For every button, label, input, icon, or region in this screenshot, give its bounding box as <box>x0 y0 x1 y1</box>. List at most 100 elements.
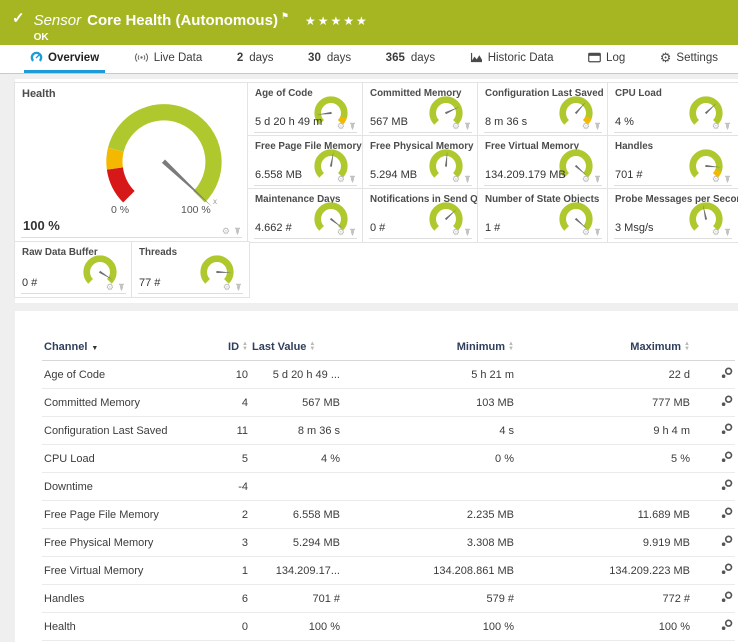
pin-icon[interactable] <box>463 175 472 184</box>
sort-icon: ▲▼ <box>684 342 690 352</box>
pin-icon[interactable] <box>234 283 243 292</box>
pin-icon[interactable] <box>348 228 357 237</box>
gear-icon[interactable]: ⚙ <box>337 175 345 184</box>
pin-icon[interactable] <box>593 175 602 184</box>
pin-icon[interactable] <box>723 122 732 131</box>
pin-icon[interactable] <box>593 228 602 237</box>
cell-id: 11 <box>196 417 250 445</box>
channel-settings-icon[interactable] <box>721 591 733 603</box>
column-header-id[interactable]: ID▲▼ <box>196 336 250 361</box>
tab-live-data[interactable]: Live Data <box>128 45 209 73</box>
pin-icon[interactable] <box>593 122 602 131</box>
gear-icon[interactable]: ⚙ <box>337 228 345 237</box>
tab-settings[interactable]: ⚙Settings <box>654 45 724 73</box>
flag-icon[interactable]: ⚑ <box>281 11 289 21</box>
gauge-max-label: 100 % <box>181 204 211 216</box>
priority-stars[interactable]: ★★★★★ <box>305 14 369 28</box>
tile-actions: ⚙ <box>106 283 126 292</box>
channel-settings-icon[interactable] <box>721 479 733 491</box>
gauge-tile-free-virtual-memory[interactable]: Free Virtual Memory134.209.179 MB⚙ <box>478 136 608 189</box>
gear-icon[interactable]: ⚙ <box>452 122 460 131</box>
channel-settings-icon[interactable] <box>721 619 733 631</box>
tab-365-days[interactable]: 365days <box>380 45 441 73</box>
column-header-channel[interactable]: Channel▼ <box>42 336 196 361</box>
gauge-tile-configuration-last-saved[interactable]: Configuration Last Saved8 m 36 s⚙ <box>478 83 608 136</box>
gear-icon[interactable]: ⚙ <box>712 228 720 237</box>
gauge-tile-cpu-load[interactable]: CPU Load4 %⚙ <box>608 83 738 136</box>
gear-icon[interactable]: ⚙ <box>222 227 230 236</box>
gauge-title: Handles <box>615 141 653 152</box>
cell-minimum: 5 h 21 m <box>342 361 516 389</box>
column-header-minimum[interactable]: Minimum▲▼ <box>342 336 516 361</box>
channel-settings-icon[interactable] <box>721 367 733 379</box>
gear-icon[interactable]: ⚙ <box>712 175 720 184</box>
tab-30-days[interactable]: 30days <box>302 45 357 73</box>
tile-actions: ⚙ <box>712 122 732 131</box>
gear-icon[interactable]: ⚙ <box>337 122 345 131</box>
cell-maximum: 22 d <box>516 361 692 389</box>
tab-2-days[interactable]: 2days <box>231 45 280 73</box>
gauge-value: 134.209.179 MB <box>485 169 566 181</box>
pin-icon[interactable] <box>348 175 357 184</box>
pin-icon[interactable] <box>348 122 357 131</box>
cell-channel: Health <box>42 613 196 641</box>
tile-underline <box>254 185 357 186</box>
channel-settings-icon[interactable] <box>721 563 733 575</box>
cell-last-value: 567 MB <box>250 389 342 417</box>
cell-maximum: 772 # <box>516 585 692 613</box>
pin-icon[interactable] <box>723 228 732 237</box>
gauge-tile-committed-memory[interactable]: Committed Memory567 MB⚙ <box>363 83 478 136</box>
tab-historic-data[interactable]: Historic Data <box>464 45 560 73</box>
gauge-tile-handles[interactable]: Handles 701 # ⚙ <box>608 136 738 189</box>
channel-settings-icon[interactable] <box>721 535 733 547</box>
tab-overview[interactable]: Overview <box>24 45 105 73</box>
gear-icon[interactable]: ⚙ <box>106 283 114 292</box>
gauge-tile-age-of-code[interactable]: Age of Code5 d 20 h 49 m⚙ <box>248 83 363 136</box>
cell-actions <box>692 361 735 389</box>
gauge-tile-threads[interactable]: Threads77 #⚙ <box>132 242 249 297</box>
cell-id: 4 <box>196 389 250 417</box>
pin-icon[interactable] <box>463 228 472 237</box>
channel-settings-icon[interactable] <box>721 395 733 407</box>
health-gauge <box>73 93 255 217</box>
gear-icon[interactable]: ⚙ <box>223 283 231 292</box>
gauge-tile-notifications-in-send-queue[interactable]: Notifications in Send Queue0 #⚙ <box>363 189 478 242</box>
column-header-maximum[interactable]: Maximum▲▼ <box>516 336 692 361</box>
pin-icon[interactable] <box>723 175 732 184</box>
pin-icon[interactable] <box>117 283 126 292</box>
gauge-value: 1 # <box>485 222 500 234</box>
channel-settings-icon[interactable] <box>721 507 733 519</box>
gear-icon[interactable]: ⚙ <box>452 175 460 184</box>
gauge-tile-probe-messages-per-second[interactable]: Probe Messages per Second3 Msg/s⚙ <box>608 189 738 242</box>
channel-settings-icon[interactable] <box>721 451 733 463</box>
gear-icon[interactable]: ⚙ <box>582 122 590 131</box>
sort-icon: ▲▼ <box>309 342 315 352</box>
gear-icon[interactable]: ⚙ <box>582 228 590 237</box>
tile-underline <box>254 238 357 239</box>
gauge-tile-raw-data-buffer[interactable]: Raw Data Buffer0 #⚙ <box>15 242 132 297</box>
channel-settings-icon[interactable] <box>721 423 733 435</box>
gauge-value: 5 d 20 h 49 m <box>255 116 322 128</box>
cell-channel: Free Page File Memory <box>42 501 196 529</box>
gauge-tile-free-physical-memory[interactable]: Free Physical Memory5.294 MB⚙ <box>363 136 478 189</box>
tile-underline <box>21 293 126 294</box>
pin-icon[interactable] <box>233 227 242 236</box>
tab-log[interactable]: Log <box>582 45 631 73</box>
gauge-tile-number-of-state-objects[interactable]: Number of State Objects1 #⚙ <box>478 189 608 242</box>
pin-icon[interactable] <box>463 122 472 131</box>
gear-icon[interactable]: ⚙ <box>712 122 720 131</box>
cell-channel: CPU Load <box>42 445 196 473</box>
gear-icon[interactable]: ⚙ <box>582 175 590 184</box>
gauge-tile-maintenance-days[interactable]: Maintenance Days4.662 #⚙ <box>248 189 363 242</box>
cell-channel: Downtime <box>42 473 196 501</box>
gauge-tile-free-page-file-memory[interactable]: Free Page File Memory6.558 MB⚙ <box>248 136 363 189</box>
column-header-last-value[interactable]: Last Value▲▼ <box>250 336 342 361</box>
gauge-value: 701 # <box>615 169 643 181</box>
gauge-tile-health[interactable]: Health x 0 % 100 % 100 % ⚙ <box>15 83 248 241</box>
gauge-value: 6.558 MB <box>255 169 302 181</box>
title-row: SensorCore Health (Autonomous)⚑★★★★★ <box>34 7 369 30</box>
table-row: Free Physical Memory35.294 MB3.308 MB9.9… <box>42 529 735 557</box>
cell-id: 2 <box>196 501 250 529</box>
gear-icon[interactable]: ⚙ <box>452 228 460 237</box>
cell-last-value: 4 % <box>250 445 342 473</box>
